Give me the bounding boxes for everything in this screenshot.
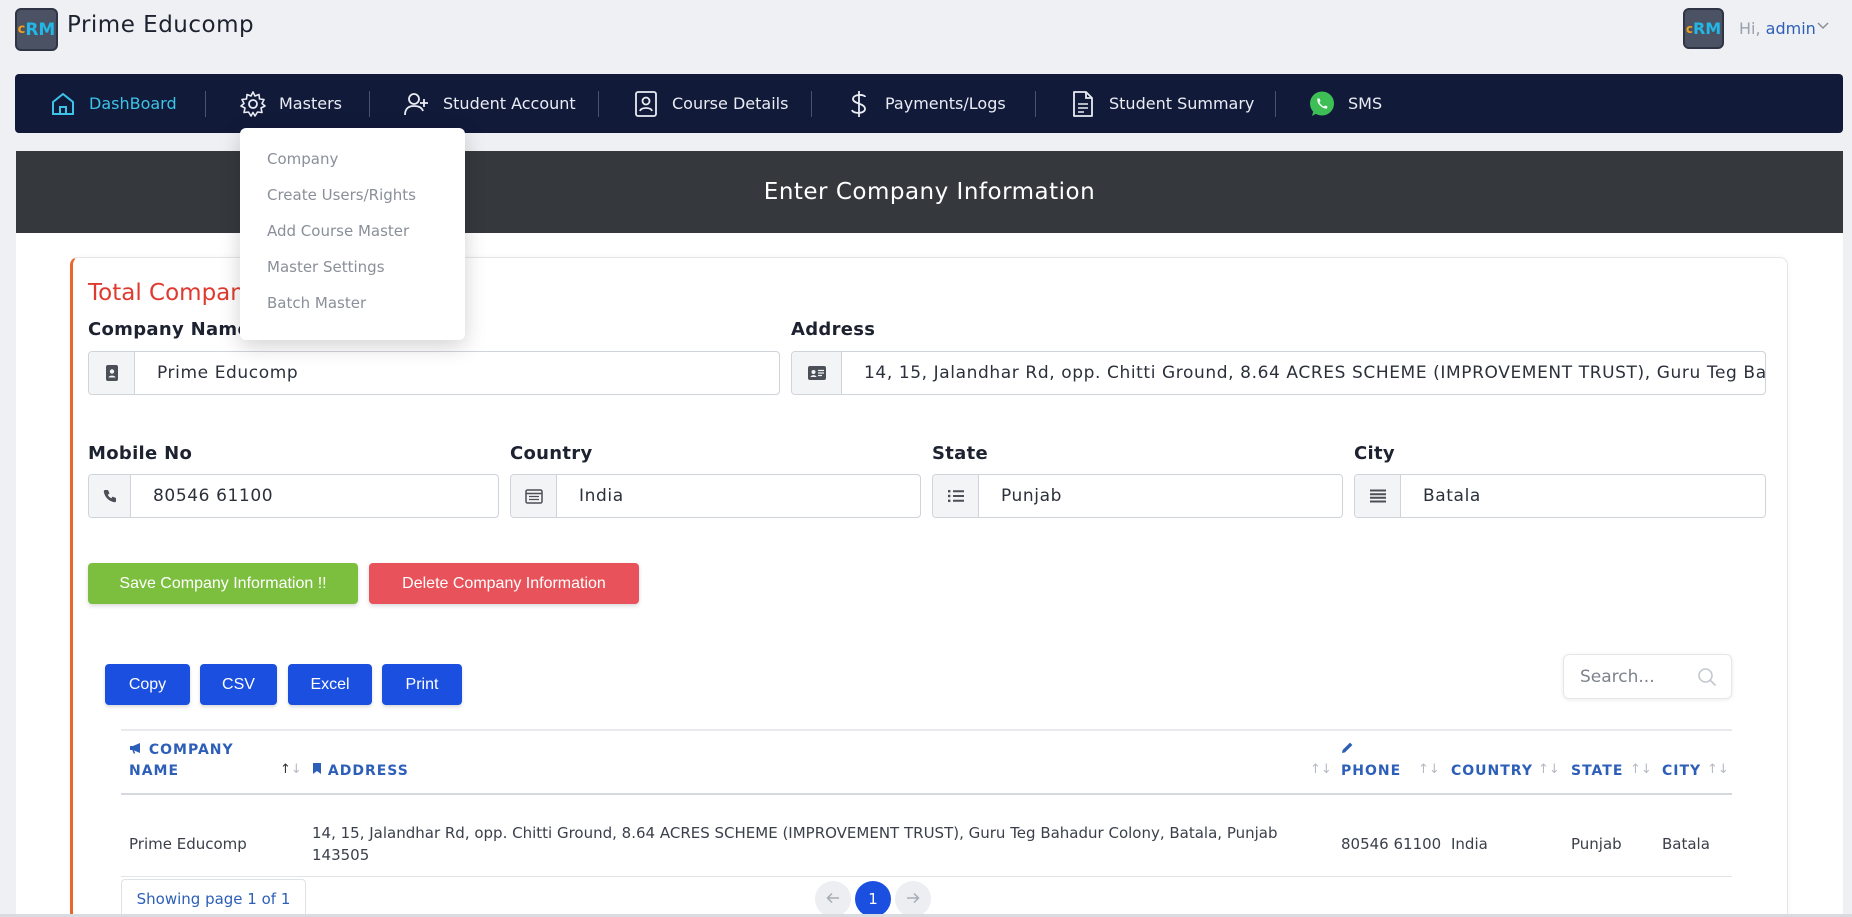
city-field[interactable]: Batala [1354, 474, 1766, 518]
dollar-icon [845, 90, 873, 118]
user-avatar[interactable]: c RM [1683, 8, 1724, 49]
bookmark-icon [312, 763, 328, 779]
whatsapp-icon [1308, 90, 1336, 118]
nav-divider [1035, 91, 1036, 117]
country-label: Country [510, 443, 593, 464]
cell-city: Batala [1662, 835, 1710, 853]
menu-item-create-users-rights[interactable]: Create Users/Rights [240, 182, 465, 218]
address-book-icon [89, 352, 135, 394]
home-icon [49, 90, 77, 118]
menu-item-add-course-master[interactable]: Add Course Master [240, 218, 465, 254]
document-icon [1069, 90, 1097, 118]
mobile-value: 80546 61100 [153, 486, 274, 506]
col-header-address[interactable]: ADDRESS [312, 761, 409, 782]
next-page-button[interactable] [895, 881, 931, 917]
prev-page-button[interactable] [815, 881, 851, 917]
delete-company-button[interactable]: Delete Company Information [369, 563, 639, 604]
menu-item-batch-master[interactable]: Batch Master [240, 290, 465, 326]
contact-card-icon [632, 90, 660, 118]
address-value: 14, 15, Jalandhar Rd, opp. Chitti Ground… [864, 363, 1765, 383]
col-header-city[interactable]: CITY [1662, 761, 1701, 782]
nav-divider [1275, 91, 1276, 117]
nav-item-dashboard[interactable]: DashBoard [49, 74, 177, 133]
address-label: Address [791, 319, 876, 340]
top-header: c RM Prime Educomp c RM Hi, admin [0, 0, 1852, 60]
sort-asc-icon[interactable]: ↑↓ [280, 762, 302, 777]
nav-item-payments-logs[interactable]: Payments/Logs [845, 74, 1006, 133]
search-icon [1697, 667, 1717, 692]
col-header-state[interactable]: STATE [1571, 761, 1623, 782]
id-card-icon [792, 352, 842, 394]
cell-phone: 80546 61100 [1341, 835, 1442, 853]
phone-icon [89, 475, 131, 517]
megaphone-icon [129, 742, 149, 758]
mobile-field[interactable]: 80546 61100 [88, 474, 499, 518]
pencil-icon [1341, 742, 1354, 758]
align-justify-icon [1355, 475, 1401, 517]
nav-divider [811, 91, 812, 117]
mobile-label: Mobile No [88, 443, 193, 464]
cell-country: India [1451, 835, 1488, 853]
nav-divider [598, 91, 599, 117]
col-header-phone[interactable]: PHONE [1341, 740, 1401, 782]
crm-logo[interactable]: c RM [15, 8, 58, 51]
user-name: admin [1765, 19, 1816, 38]
address-field[interactable]: 14, 15, Jalandhar Rd, opp. Chitti Ground… [791, 351, 1766, 395]
country-value: India [579, 486, 624, 506]
chevron-down-icon[interactable] [1817, 18, 1829, 34]
save-company-button[interactable]: Save Company Information !! [88, 563, 358, 604]
brand-name: Prime Educomp [67, 12, 255, 38]
card-title: Total Compan [88, 280, 245, 306]
table-row-border [121, 876, 1732, 877]
table-top-border [121, 729, 1732, 731]
sort-icon[interactable]: ↑↓ [1418, 762, 1440, 777]
cell-address: 14, 15, Jalandhar Rd, opp. Chitti Ground… [312, 824, 1278, 864]
list-alt-icon [511, 475, 557, 517]
col-header-country[interactable]: COUNTRY [1451, 761, 1533, 782]
gear-icon [239, 90, 267, 118]
city-value: Batala [1423, 486, 1481, 506]
main-nav: DashBoard Masters Student Account Course… [15, 74, 1843, 133]
col-header-company-name[interactable]: COMPANY NAME [129, 740, 234, 782]
cell-company-name: Prime Educomp [129, 835, 247, 853]
menu-item-company[interactable]: Company [240, 146, 465, 182]
page-1-button[interactable]: 1 [855, 881, 891, 917]
nav-item-sms[interactable]: SMS [1308, 74, 1382, 133]
company-name-value: Prime Educomp [157, 363, 299, 383]
masters-dropdown-menu: Company Create Users/Rights Add Course M… [240, 128, 465, 340]
sort-icon[interactable]: ↑↓ [1310, 762, 1332, 777]
menu-item-master-settings[interactable]: Master Settings [240, 254, 465, 290]
nav-item-student-summary[interactable]: Student Summary [1069, 74, 1254, 133]
state-field[interactable]: Punjab [932, 474, 1343, 518]
nav-item-student-account[interactable]: Student Account [403, 74, 576, 133]
city-label: City [1354, 443, 1395, 464]
sort-icon[interactable]: ↑↓ [1538, 762, 1560, 777]
nav-divider [369, 91, 370, 117]
csv-button[interactable]: CSV [200, 664, 277, 705]
nav-item-masters[interactable]: Masters [239, 74, 342, 133]
nav-divider [205, 91, 206, 117]
user-greeting[interactable]: Hi, admin [1739, 19, 1816, 38]
arrow-left-icon [826, 890, 840, 908]
cell-state: Punjab [1571, 835, 1622, 853]
pagination-info: Showing page 1 of 1 [121, 879, 306, 917]
list-icon [933, 475, 979, 517]
sort-icon[interactable]: ↑↓ [1630, 762, 1652, 777]
copy-button[interactable]: Copy [105, 664, 190, 705]
excel-button[interactable]: Excel [288, 664, 372, 705]
nav-item-course-details[interactable]: Course Details [632, 74, 788, 133]
country-field[interactable]: India [510, 474, 921, 518]
add-user-icon [403, 90, 431, 118]
arrow-right-icon [906, 890, 920, 908]
table-search-input[interactable]: Search... [1563, 654, 1732, 699]
company-name-label: Company Name [88, 319, 250, 340]
state-value: Punjab [1001, 486, 1063, 506]
print-button[interactable]: Print [382, 664, 462, 705]
state-label: State [932, 443, 989, 464]
table-header-border [121, 793, 1732, 795]
sort-icon[interactable]: ↑↓ [1707, 762, 1729, 777]
company-name-field[interactable]: Prime Educomp [88, 351, 780, 395]
